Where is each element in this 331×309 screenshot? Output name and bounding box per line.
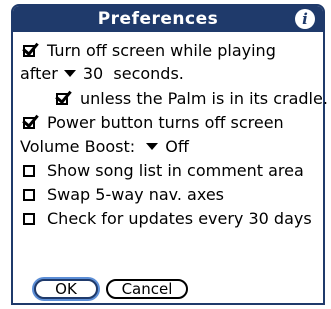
song-list-option[interactable]: Show song list in comment area — [23, 161, 304, 181]
info-icon[interactable]: i — [295, 9, 315, 29]
swap-axes-checkbox[interactable] — [23, 189, 35, 201]
updates-option[interactable]: Check for updates every 30 days — [23, 209, 312, 229]
screen-off-delay-row: after 30 seconds. — [20, 64, 184, 84]
volume-boost-value: Off — [165, 137, 189, 156]
power-button-label: Power button turns off screen — [47, 113, 284, 132]
volume-boost-row: Volume Boost: Off — [20, 137, 189, 157]
chevron-down-icon — [63, 70, 76, 77]
chevron-down-icon — [146, 143, 159, 150]
screen-off-delay-value: 30 — [82, 64, 104, 83]
screen-off-option[interactable]: Turn off screen while playing — [23, 41, 276, 61]
cradle-checkbox[interactable] — [56, 93, 68, 105]
updates-checkbox[interactable] — [23, 213, 35, 225]
dialog-title: Preferences — [97, 9, 219, 29]
volume-boost-picker[interactable]: Off — [140, 137, 189, 156]
power-button-checkbox[interactable] — [23, 117, 35, 129]
song-list-label: Show song list in comment area — [47, 161, 304, 180]
screen-off-delay-picker[interactable]: 30 — [58, 64, 103, 83]
seconds-label: seconds. — [113, 64, 184, 83]
palm-screen: Preferences i Turn off screen while play… — [0, 0, 331, 309]
cancel-button[interactable]: Cancel — [106, 279, 188, 299]
cradle-label: unless the Palm is in its cradle. — [80, 89, 328, 108]
dialog-title-bar: Preferences i — [13, 6, 323, 32]
ok-button[interactable]: OK — [34, 279, 98, 299]
after-label: after — [20, 64, 58, 83]
updates-label: Check for updates every 30 days — [47, 209, 312, 228]
volume-boost-label: Volume Boost: — [20, 137, 136, 156]
swap-axes-label: Swap 5-way nav. axes — [47, 185, 224, 204]
swap-axes-option[interactable]: Swap 5-way nav. axes — [23, 185, 224, 205]
screen-off-checkbox[interactable] — [23, 45, 35, 57]
screen-off-label: Turn off screen while playing — [47, 41, 276, 60]
power-button-option[interactable]: Power button turns off screen — [23, 113, 284, 133]
cradle-option[interactable]: unless the Palm is in its cradle. — [56, 89, 328, 109]
song-list-checkbox[interactable] — [23, 165, 35, 177]
